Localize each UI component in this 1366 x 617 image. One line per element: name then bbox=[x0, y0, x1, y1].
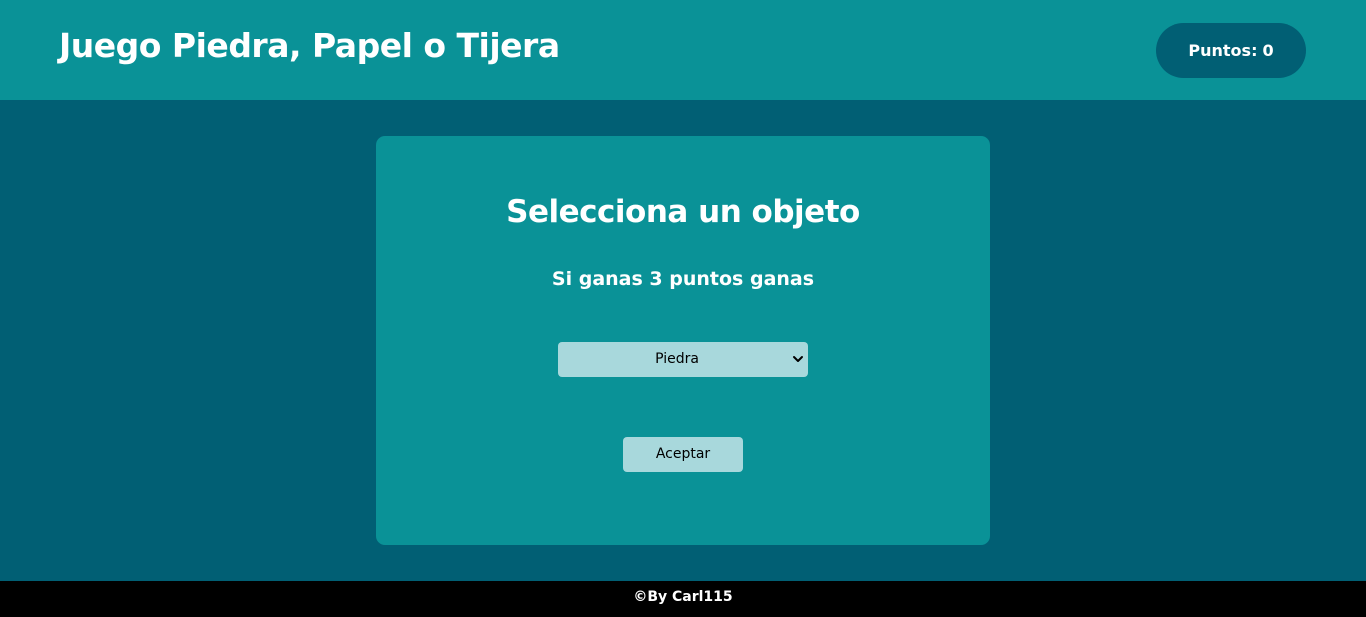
app-header: Juego Piedra, Papel o Tijera Puntos: 0 bbox=[0, 0, 1366, 100]
footer-credit: ©By Carl115 bbox=[633, 589, 733, 605]
card-subtitle: Si ganas 3 puntos ganas bbox=[551, 268, 815, 290]
object-select-value: Piedra bbox=[655, 351, 699, 367]
score-label: Puntos: bbox=[1188, 41, 1258, 60]
score-value: 0 bbox=[1262, 41, 1274, 60]
chevron-down-icon bbox=[793, 356, 803, 362]
card-title: Selecciona un objeto bbox=[506, 194, 860, 230]
score-badge: Puntos: 0 bbox=[1156, 23, 1306, 78]
object-select[interactable]: Piedra bbox=[558, 342, 808, 377]
app-title: Juego Piedra, Papel o Tijera bbox=[59, 26, 560, 65]
footer: ©By Carl115 bbox=[0, 581, 1366, 617]
accept-button[interactable]: Aceptar bbox=[623, 437, 743, 472]
